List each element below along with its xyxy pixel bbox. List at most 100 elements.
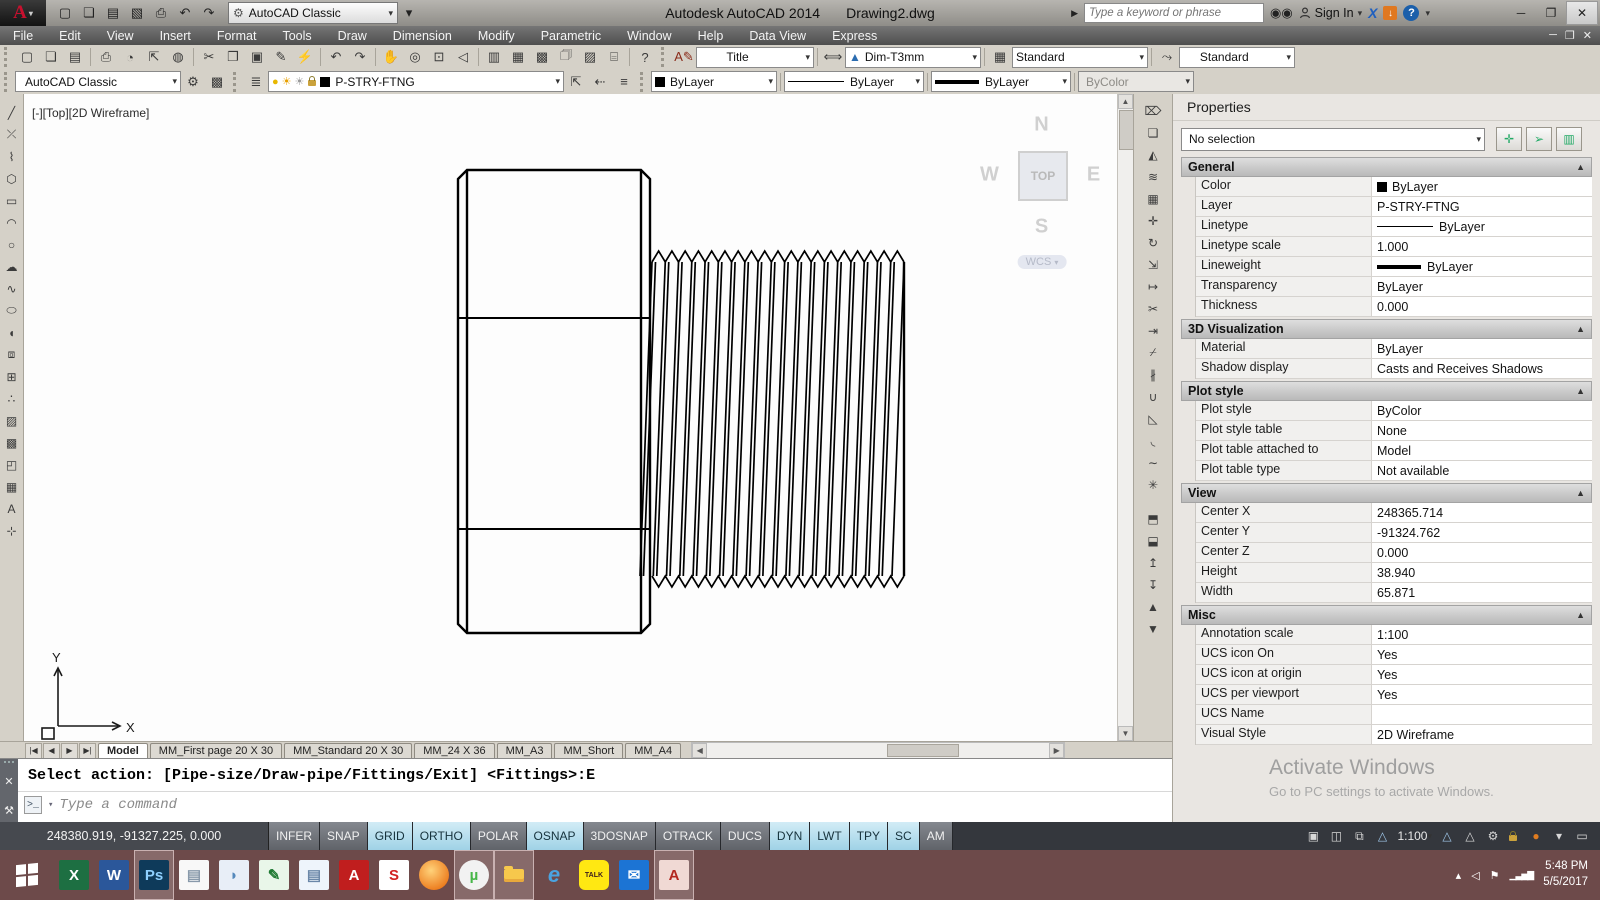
property-value[interactable]: None: [1372, 421, 1592, 440]
zoom-previous-icon[interactable]: ◁: [451, 47, 475, 67]
property-value[interactable]: Yes: [1372, 645, 1592, 664]
menu-item-file[interactable]: File: [0, 26, 46, 45]
restore-button[interactable]: ❐: [1536, 2, 1566, 24]
mirror-icon[interactable]: ◭: [1143, 144, 1164, 165]
rotate-icon[interactable]: ↻: [1143, 232, 1164, 253]
layer-viewport-freeze-icon[interactable]: ☀: [295, 75, 305, 88]
paste-icon[interactable]: ▣: [245, 47, 269, 67]
property-value[interactable]: ByLayer: [1372, 339, 1592, 358]
text-style-combo[interactable]: Title ▾: [696, 47, 814, 68]
menu-item-insert[interactable]: Insert: [147, 26, 204, 45]
status-toggle-lwt[interactable]: LWT: [810, 822, 849, 850]
properties-icon[interactable]: ▥: [482, 47, 506, 67]
insert-block-icon[interactable]: ⧈: [1, 344, 22, 365]
status-toggle-sc[interactable]: SC: [888, 822, 920, 850]
plot-icon[interactable]: ⎙: [150, 2, 172, 24]
file-explorer-icon[interactable]: [494, 850, 534, 900]
pan-icon[interactable]: ✋: [379, 47, 403, 67]
save-icon[interactable]: ▤: [102, 2, 124, 24]
sticky-notes-icon[interactable]: ▤: [294, 850, 334, 900]
toolbar-grip[interactable]: [233, 72, 241, 92]
copy-clip-icon[interactable]: ❐: [221, 47, 245, 67]
erase-icon[interactable]: ⌦: [1143, 100, 1164, 121]
lineweight-combo[interactable]: ByLayer ▾: [931, 71, 1071, 92]
break-at-point-icon[interactable]: ⌿: [1143, 342, 1164, 363]
layer-combo[interactable]: ● ☀ ☀ P-STRY-FTNG ▾: [268, 71, 564, 92]
property-value[interactable]: Model: [1372, 441, 1592, 460]
last-tab-button[interactable]: ▶|: [79, 743, 96, 759]
send-to-back-icon[interactable]: ⬓: [1143, 530, 1164, 551]
line-icon[interactable]: ╱: [1, 102, 22, 123]
bring-to-front-icon[interactable]: ⬒: [1143, 508, 1164, 529]
chevron-down-icon[interactable]: ▾: [1425, 8, 1430, 19]
layer-on-bulb-icon[interactable]: ●: [272, 76, 279, 88]
hatch-icon[interactable]: ▨: [1, 410, 22, 431]
clean-screen-icon[interactable]: ▭: [1574, 826, 1590, 846]
text-to-front-icon[interactable]: ▲: [1143, 596, 1164, 617]
scroll-right-icon[interactable]: ▶: [1049, 743, 1064, 758]
cut-icon[interactable]: ✂: [197, 47, 221, 67]
menu-item-format[interactable]: Format: [204, 26, 270, 45]
layer-properties-manager-icon[interactable]: ≣: [244, 72, 268, 92]
word-icon[interactable]: W: [94, 850, 134, 900]
start-button[interactable]: [0, 850, 54, 900]
save-icon[interactable]: ▤: [63, 47, 87, 67]
undo-icon[interactable]: ↶: [174, 2, 196, 24]
properties-palette-title[interactable]: Properties: [1173, 94, 1600, 121]
prev-tab-button[interactable]: ◀: [43, 743, 60, 759]
photoshop-icon[interactable]: Ps: [134, 850, 174, 900]
collapse-icon[interactable]: ▲: [1576, 488, 1585, 498]
layout-tab-mm_a3[interactable]: MM_A3: [497, 743, 553, 759]
layer-previous-icon[interactable]: ⇠: [588, 72, 612, 92]
status-toggle-tpy[interactable]: TPY: [850, 822, 888, 850]
workspace-switching-icon[interactable]: ⚙: [1485, 826, 1501, 846]
status-toggle-snap[interactable]: SNAP: [320, 822, 368, 850]
app-menu-button[interactable]: A▾: [0, 0, 46, 26]
quick-view-drawings-icon[interactable]: ⧉: [1351, 826, 1367, 846]
menu-item-tools[interactable]: Tools: [269, 26, 324, 45]
help-icon[interactable]: ?: [1403, 5, 1419, 21]
mleader-style-combo[interactable]: Standard ▾: [1179, 47, 1295, 68]
select-objects-button[interactable]: ➢: [1526, 127, 1552, 151]
polygon-icon[interactable]: ⬡: [1, 168, 22, 189]
quick-view-layouts-icon[interactable]: ◫: [1328, 826, 1344, 846]
offset-icon[interactable]: ≋: [1143, 166, 1164, 187]
help-icon[interactable]: ?: [633, 47, 657, 67]
scroll-left-icon[interactable]: ◀: [692, 743, 707, 758]
array-icon[interactable]: ▦: [1143, 188, 1164, 209]
quick-select-button[interactable]: ▥: [1556, 127, 1582, 151]
horizontal-scrollbar[interactable]: ◀ ▶: [691, 742, 1065, 759]
toolbar-grip[interactable]: [4, 47, 12, 67]
search-binoculars-icon[interactable]: ◉◉: [1270, 5, 1293, 21]
selection-combo[interactable]: No selection ▾: [1181, 128, 1485, 151]
kakaotalk-icon[interactable]: TALK: [574, 850, 614, 900]
excel-icon[interactable]: X: [54, 850, 94, 900]
point-icon[interactable]: ∴: [1, 388, 22, 409]
publish-icon[interactable]: ⇱: [142, 47, 166, 67]
copy-icon[interactable]: ❏: [1143, 122, 1164, 143]
property-value[interactable]: ByLayer: [1372, 217, 1592, 236]
firefox-icon[interactable]: [414, 850, 454, 900]
property-value[interactable]: Not available: [1372, 461, 1592, 480]
table-icon[interactable]: ▦: [1, 476, 22, 497]
toolbar-grip[interactable]: [4, 72, 12, 92]
command-history[interactable]: Select action: [Pipe-size/Draw-pipe/Fitt…: [18, 759, 1172, 823]
properties-section-header-misc[interactable]: Misc▲: [1181, 605, 1592, 625]
volume-icon[interactable]: ◁: [1471, 869, 1479, 882]
collapse-icon[interactable]: ▲: [1576, 162, 1585, 172]
my-workspace-icon[interactable]: ▩: [205, 72, 229, 92]
layout-tab-mm_first-page-20-x-30[interactable]: MM_First page 20 X 30: [150, 743, 282, 759]
properties-section-header-plot-style[interactable]: Plot style▲: [1181, 381, 1592, 401]
vertical-scrollbar[interactable]: ▲ ▼: [1117, 94, 1133, 741]
doc-close-button[interactable]: ✕: [1583, 29, 1592, 42]
viewcube-south[interactable]: S: [1035, 216, 1049, 239]
zoom-realtime-icon[interactable]: ◎: [403, 47, 427, 67]
status-toggle-otrack[interactable]: OTRACK: [656, 822, 721, 850]
ellipse-icon[interactable]: ⬭: [1, 300, 22, 321]
property-value[interactable]: 1:100: [1372, 625, 1592, 644]
new-file-icon[interactable]: ▢: [54, 2, 76, 24]
viewcube-west[interactable]: W: [980, 164, 1000, 187]
status-toggle-am[interactable]: AM: [920, 822, 953, 850]
performance-tuner-icon[interactable]: ●: [1528, 826, 1544, 846]
layout-tab-mm_standard-20-x-30[interactable]: MM_Standard 20 X 30: [284, 743, 412, 759]
